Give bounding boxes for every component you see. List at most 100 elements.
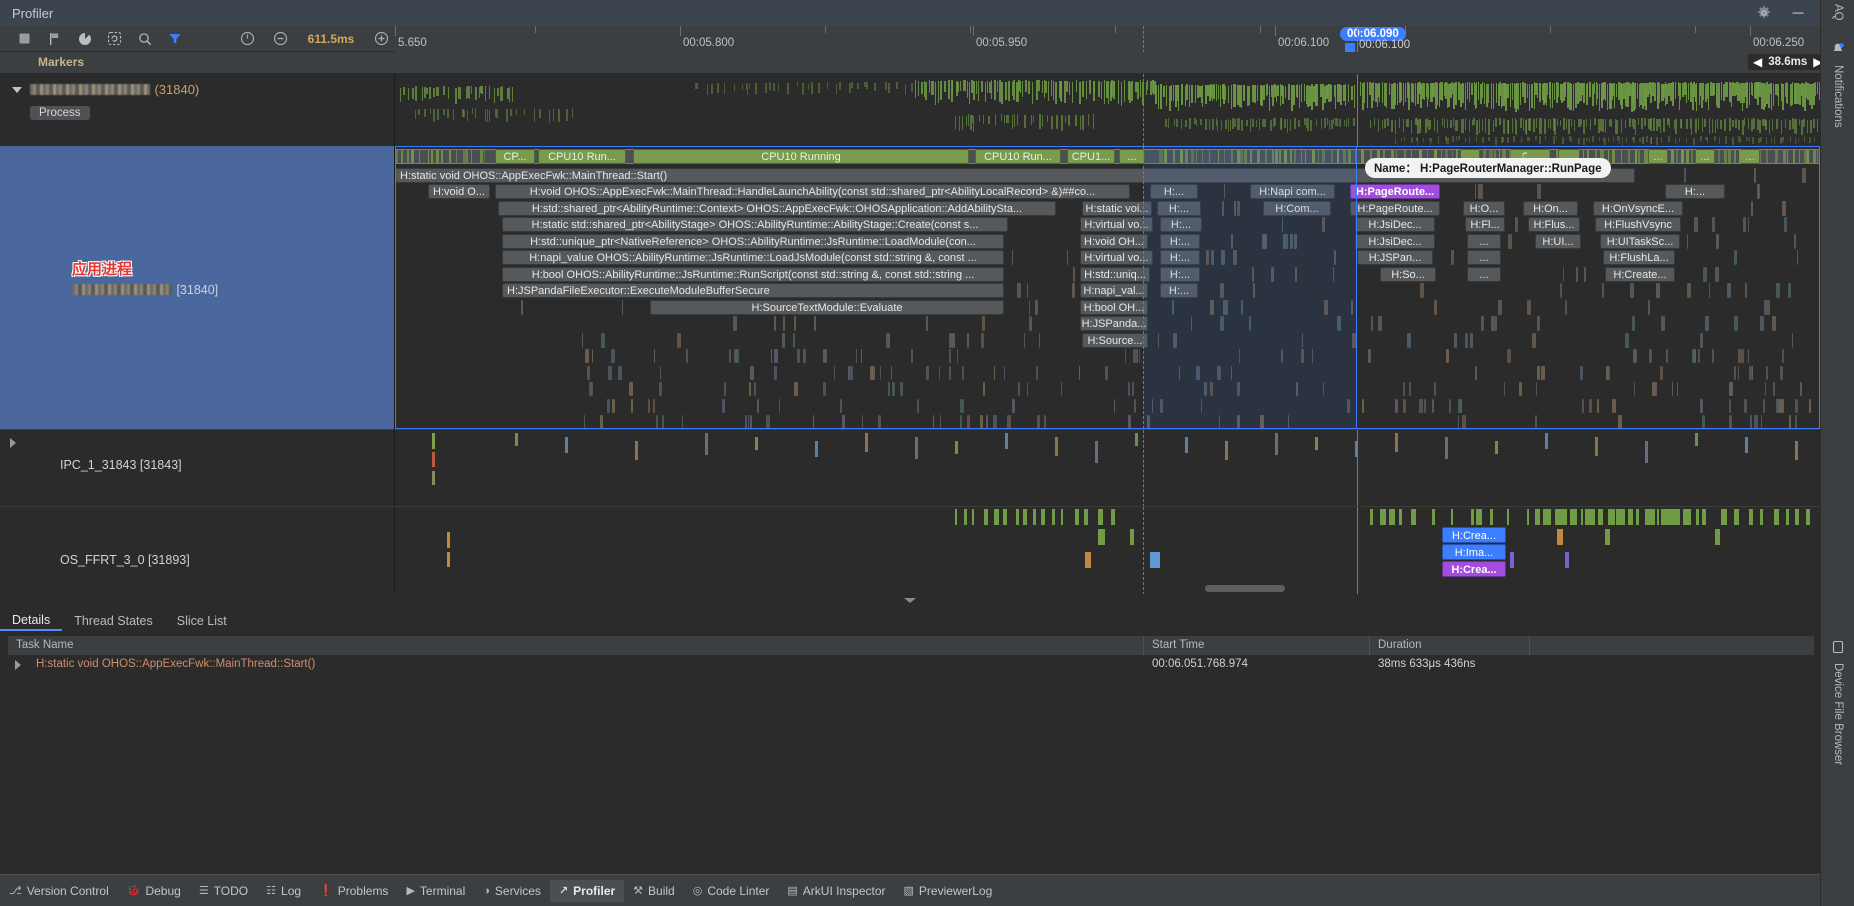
- flame-sliver[interactable]: [1702, 415, 1705, 429]
- flame-sliver[interactable]: [1462, 415, 1466, 429]
- ffrt-slice[interactable]: [1557, 529, 1563, 545]
- ipc-slice[interactable]: [565, 437, 568, 453]
- ipc-slice[interactable]: [755, 437, 758, 450]
- flame-sliver[interactable]: [1078, 365, 1081, 380]
- row-expand-icon[interactable]: [15, 659, 21, 670]
- flame-slice[interactable]: H:std::shared_ptr<AbilityRuntime::Contex…: [498, 200, 1056, 216]
- ipc-slice[interactable]: [705, 433, 708, 455]
- flame-sliver[interactable]: [629, 382, 633, 396]
- ipc-slice[interactable]: [1275, 433, 1278, 455]
- flame-slice[interactable]: H:JsiDec...: [1355, 217, 1435, 232]
- flame-sliver[interactable]: [925, 365, 930, 380]
- flame-sliver[interactable]: [1044, 415, 1046, 429]
- flame-sliver[interactable]: [872, 365, 875, 380]
- flame-sliver[interactable]: [1459, 398, 1462, 413]
- ffrt-slice[interactable]: [971, 509, 975, 525]
- ffrt-slice[interactable]: [1526, 509, 1529, 525]
- flame-sliver[interactable]: [1795, 398, 1799, 413]
- flame-sliver[interactable]: [1434, 299, 1438, 315]
- flame-sliver[interactable]: [585, 349, 589, 363]
- flame-sliver[interactable]: [1802, 167, 1807, 183]
- flame-sliver[interactable]: [1124, 349, 1127, 363]
- flame-sliver[interactable]: [1791, 332, 1793, 348]
- flame-sliver[interactable]: [823, 382, 826, 396]
- flame-sliver[interactable]: [601, 332, 606, 348]
- flame-slice[interactable]: ...: [1467, 266, 1501, 282]
- flame-sliver[interactable]: [747, 415, 750, 429]
- flame-sliver[interactable]: [1743, 217, 1746, 232]
- column-start-time[interactable]: Start Time: [1144, 636, 1370, 655]
- flame-sliver[interactable]: [1026, 283, 1029, 298]
- flame-sliver[interactable]: [748, 382, 752, 396]
- ffrt-slice[interactable]: [1370, 509, 1373, 525]
- flame-sliver[interactable]: [1708, 283, 1711, 298]
- reset-zoom-icon[interactable]: [239, 30, 256, 47]
- ffrt-slice[interactable]: [1734, 509, 1740, 525]
- ffrt-slice[interactable]: [1635, 509, 1640, 525]
- ffrt-slice[interactable]: [1431, 509, 1436, 525]
- cpu-slice[interactable]: CPU1...: [1067, 149, 1115, 164]
- ipc-slice[interactable]: [1795, 441, 1798, 460]
- flame-sliver[interactable]: [1537, 316, 1541, 331]
- flame-sliver[interactable]: [744, 415, 748, 429]
- ffrt-slice[interactable]: [1805, 509, 1810, 525]
- ffrt-slice[interactable]: [1398, 509, 1403, 525]
- flame-sliver[interactable]: [1671, 382, 1674, 396]
- flame-slice[interactable]: H:std::uniq...: [1080, 266, 1150, 282]
- flame-sliver[interactable]: [878, 415, 882, 429]
- statusbar-item-arkui-inspector[interactable]: ▤ ArkUI Inspector: [778, 880, 894, 902]
- flame-sliver[interactable]: [1745, 283, 1748, 298]
- flame-sliver[interactable]: [1781, 349, 1785, 363]
- gear-icon[interactable]: [1756, 5, 1772, 21]
- flame-sliver[interactable]: [1494, 316, 1498, 331]
- flame-sliver[interactable]: [1036, 415, 1040, 429]
- flame-sliver[interactable]: [911, 349, 913, 363]
- flag-icon[interactable]: [46, 30, 63, 47]
- flame-sliver[interactable]: [1632, 316, 1635, 331]
- flame-slice[interactable]: H:UITaskSc...: [1600, 233, 1680, 249]
- flame-sliver[interactable]: [735, 349, 739, 363]
- flame-sliver[interactable]: [993, 365, 995, 380]
- flame-sliver[interactable]: [860, 349, 862, 363]
- flame-sliver[interactable]: [773, 316, 776, 331]
- flame-sliver[interactable]: [1694, 217, 1699, 232]
- flame-sliver[interactable]: [833, 365, 836, 380]
- flame-sliver[interactable]: [1446, 349, 1449, 363]
- rail-item-aq[interactable]: AQ: [1821, 4, 1854, 21]
- process-row-left[interactable]: (31840) Process: [0, 74, 395, 146]
- ffrt-slice[interactable]: [447, 552, 450, 567]
- flame-sliver[interactable]: [1597, 398, 1599, 413]
- flame-sliver[interactable]: [823, 349, 827, 363]
- flame-sliver[interactable]: [1752, 365, 1754, 380]
- ipc-slice[interactable]: [1055, 437, 1058, 456]
- flame-sliver[interactable]: [1394, 398, 1399, 413]
- flame-slice[interactable]: H:O...: [1463, 200, 1505, 216]
- ffrt-slice[interactable]: [1674, 509, 1680, 525]
- flame-sliver[interactable]: [1028, 316, 1032, 331]
- flame-sliver[interactable]: [960, 398, 964, 413]
- ffrt-slice[interactable]: [1098, 529, 1105, 545]
- flame-sliver[interactable]: [1016, 283, 1021, 298]
- flame-sliver[interactable]: [842, 415, 845, 429]
- flame-slice[interactable]: H:void O...: [428, 184, 490, 199]
- flame-sliver[interactable]: [1073, 266, 1076, 282]
- flame-sliver[interactable]: [959, 415, 962, 429]
- flame-sliver[interactable]: [724, 382, 727, 396]
- flame-sliver[interactable]: [750, 415, 752, 429]
- ffrt-slice[interactable]: [1545, 509, 1551, 525]
- flame-slice[interactable]: ...: [1467, 250, 1501, 265]
- flame-sliver[interactable]: [774, 365, 777, 380]
- cpu-slice[interactable]: CP...: [495, 149, 535, 164]
- ipc-slice[interactable]: [432, 452, 435, 467]
- ffrt-slice[interactable]: [1476, 509, 1482, 525]
- ipc-slice[interactable]: [635, 441, 638, 460]
- flame-sliver[interactable]: [1464, 332, 1468, 348]
- flame-sliver[interactable]: [980, 332, 985, 348]
- ffrt-slice[interactable]: [1489, 509, 1493, 525]
- flame-sliver[interactable]: [1470, 332, 1474, 348]
- ffrt-named-slice[interactable]: H:Crea...: [1442, 561, 1506, 577]
- flame-sliver[interactable]: [1772, 316, 1777, 331]
- flame-sliver[interactable]: [774, 349, 778, 363]
- filter-icon[interactable]: [166, 30, 183, 47]
- statusbar-item-previewerlog[interactable]: ▧ PreviewerLog: [895, 880, 1002, 902]
